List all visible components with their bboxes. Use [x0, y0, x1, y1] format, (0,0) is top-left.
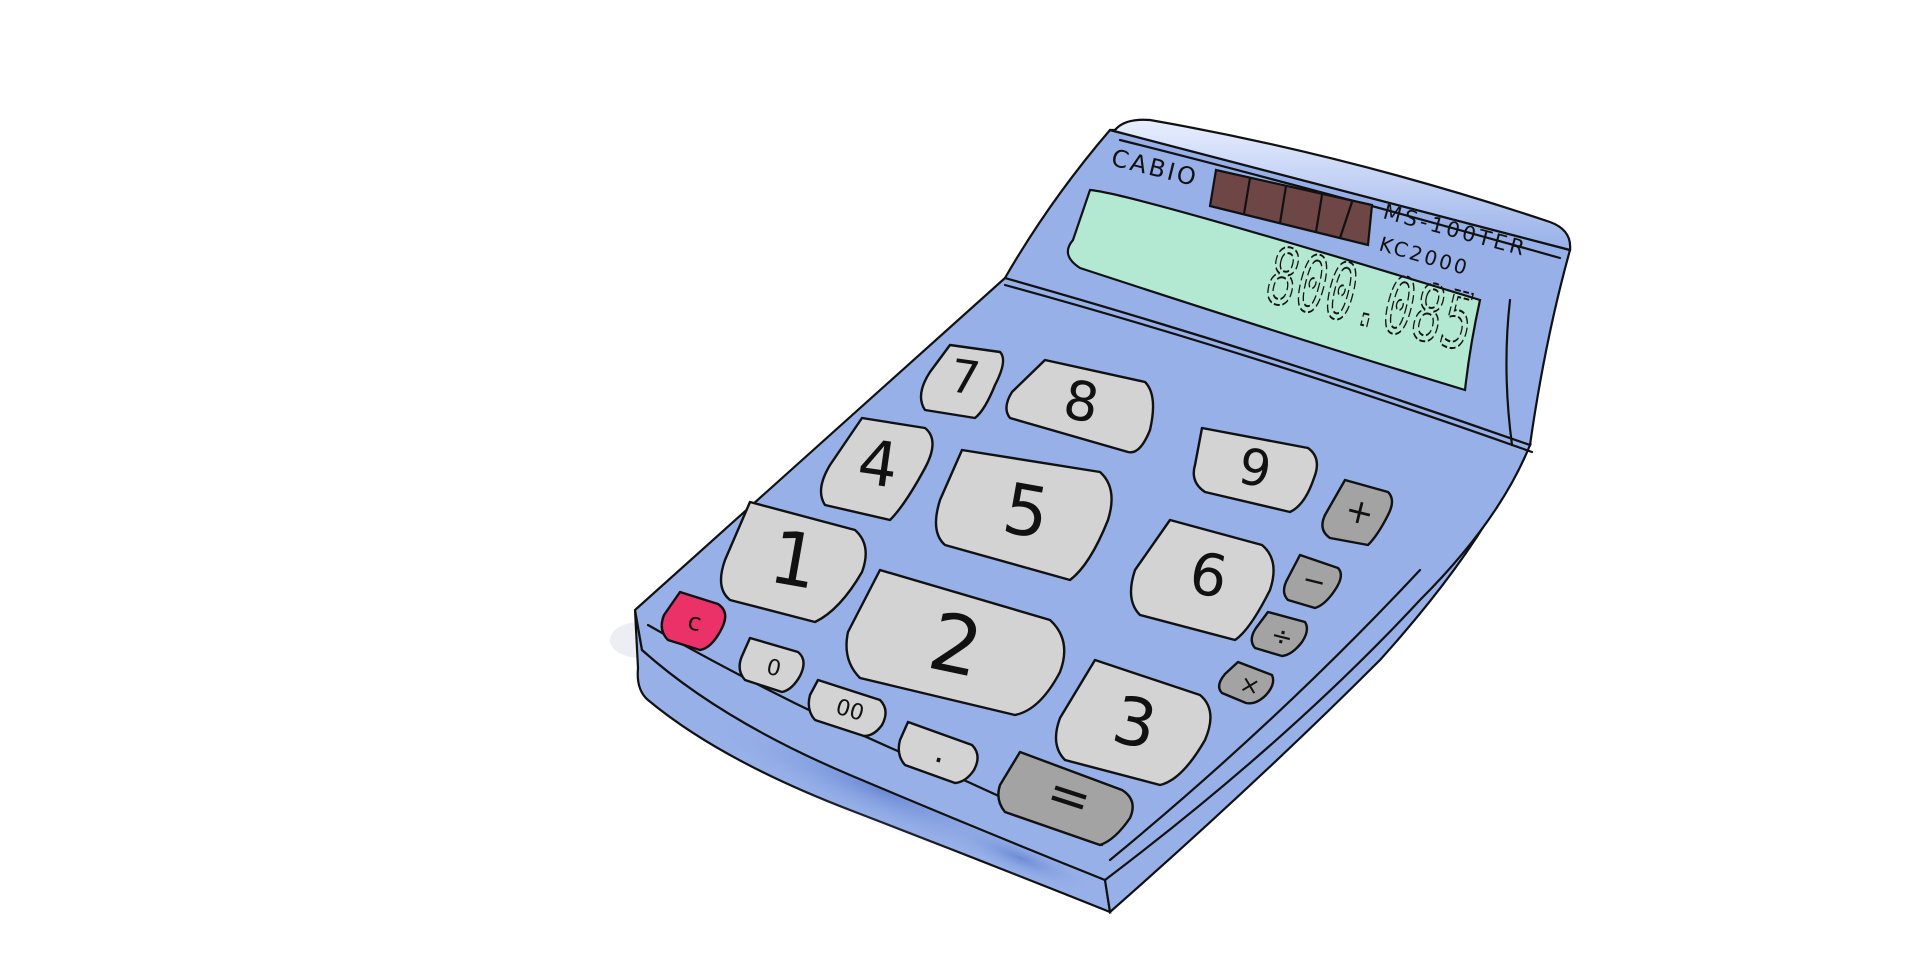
calculator-drawing: CABIO MS-100TER KC2000 800.085 7 8 9 4 5…	[610, 118, 1572, 915]
